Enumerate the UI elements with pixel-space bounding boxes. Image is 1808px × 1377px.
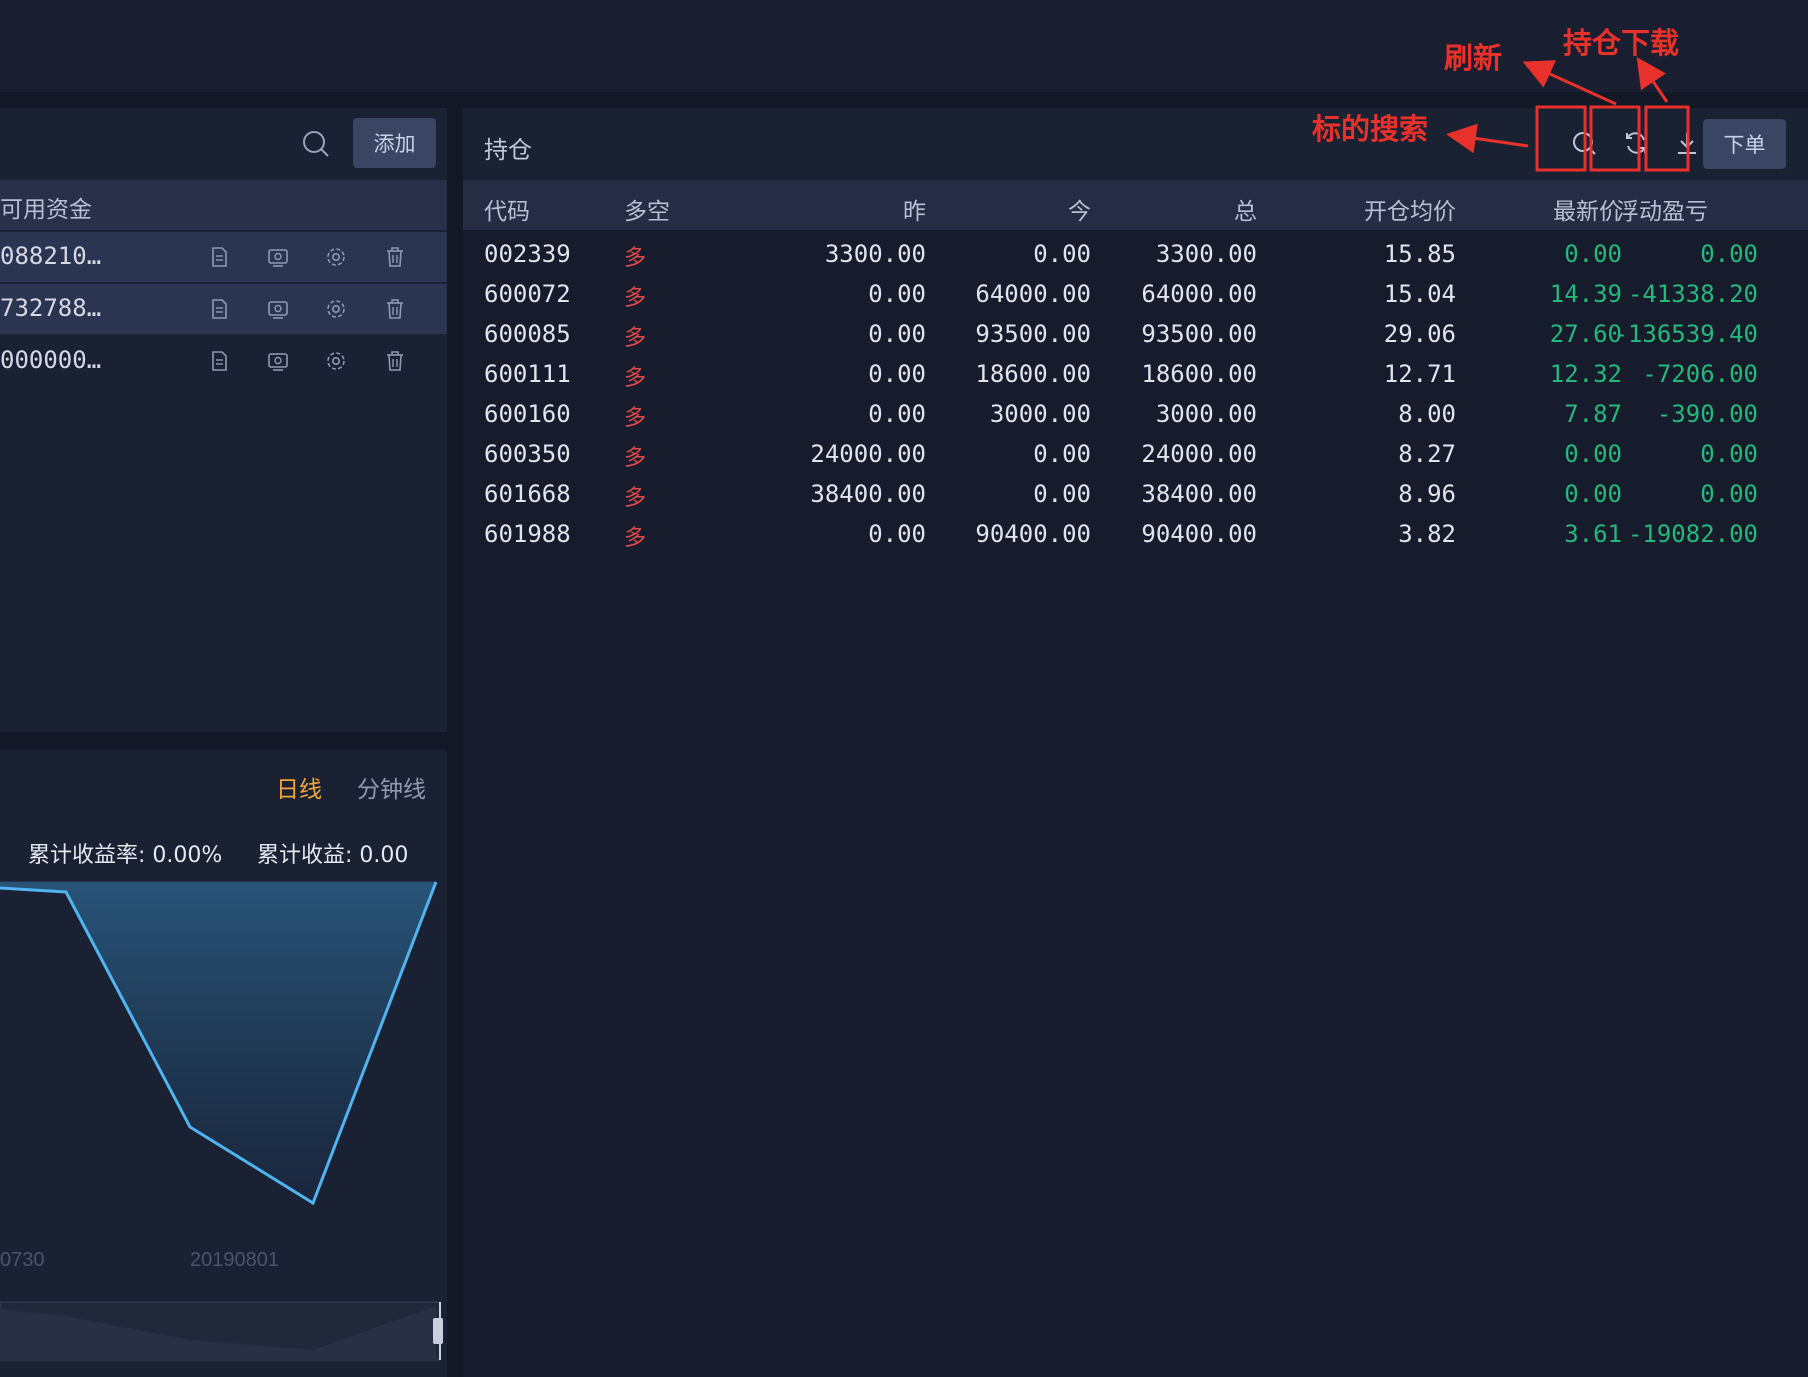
account-id: 088210… — [0, 242, 102, 270]
cell-total: 3000.00 — [1155, 400, 1257, 428]
cell-side: 多 — [624, 526, 647, 551]
wallet-icon[interactable] — [266, 297, 290, 321]
column-header[interactable]: 昨 — [826, 192, 926, 226]
gear-icon[interactable] — [324, 297, 348, 321]
search-icon — [1573, 132, 1596, 155]
cell-total: 90400.00 — [1141, 520, 1257, 548]
cell-pnl: -19082.00 — [1627, 520, 1758, 548]
x-tick-label: 20190801 — [190, 1249, 279, 1271]
zoom-slider-handle — [433, 1318, 443, 1344]
tab-minute[interactable]: 分钟线 — [357, 770, 426, 804]
wallet-icon[interactable] — [266, 245, 290, 269]
positions-header: 持仓 下单 — [463, 108, 1808, 180]
document-icon[interactable] — [207, 297, 231, 321]
column-available-funds: 可用资金 — [0, 197, 92, 223]
table-row[interactable]: 600111 多 0.00 18600.00 18600.00 12.71 12.32 -72… — [463, 356, 1808, 396]
cell-side: 多 — [624, 406, 647, 431]
annotation-refresh: 刷新 — [1444, 41, 1503, 75]
cell-pnl: -41338.20 — [1627, 280, 1758, 308]
table-row[interactable]: 600085 多 0.00 93500.00 93500.00 29.06 27.60 -13… — [463, 316, 1808, 356]
positions-column-header: 代码 多空 昨 今 总 开仓均价 最新价 浮动盈亏 — [463, 180, 1808, 230]
account-row[interactable]: 732788… — [0, 284, 447, 334]
table-row[interactable]: 002339 多 3300.00 0.00 3300.00 15.85 0.00 0.00 — [463, 236, 1808, 276]
account-id: 000000… — [0, 346, 102, 374]
returns-area — [0, 882, 436, 1203]
cell-code: 002339 — [484, 240, 571, 268]
table-row[interactable]: 600350 多 24000.00 0.00 24000.00 8.27 0.00 0.00 — [463, 436, 1808, 476]
cell-side: 多 — [624, 326, 647, 351]
column-header[interactable]: 开仓均价 — [1306, 192, 1456, 226]
column-header[interactable]: 总 — [1107, 192, 1257, 226]
cell-side: 多 — [624, 446, 647, 471]
cell-code: 601668 — [484, 480, 571, 508]
gear-icon[interactable] — [324, 349, 348, 373]
cell-total: 3300.00 — [1155, 240, 1257, 268]
cell-total: 64000.00 — [1141, 280, 1257, 308]
cumulative-return: 累计收益: 0.00 — [257, 843, 409, 868]
cell-code: 600072 — [484, 280, 571, 308]
table-row[interactable]: 601668 多 38400.00 0.00 38400.00 8.96 0.00 0.00 — [463, 476, 1808, 516]
page-title: 持仓 — [484, 136, 532, 164]
search-icon[interactable] — [300, 128, 332, 160]
account-id: 732788… — [0, 294, 102, 322]
symbol-search-button[interactable] — [1563, 122, 1605, 164]
cell-pnl: -7206.00 — [1642, 360, 1758, 388]
column-header[interactable]: 多空 — [624, 192, 670, 226]
cell-total: 24000.00 — [1141, 440, 1257, 468]
annotation-download: 持仓下载 — [1563, 26, 1680, 60]
cell-code: 600111 — [484, 360, 571, 388]
tab-daily[interactable]: 日线 — [276, 770, 322, 804]
wallet-icon[interactable] — [266, 349, 290, 373]
trash-icon[interactable] — [383, 245, 407, 269]
cell-total: 38400.00 — [1141, 480, 1257, 508]
table-row[interactable]: 601988 多 0.00 90400.00 90400.00 3.82 3.61 -1908… — [463, 516, 1808, 556]
positions-panel: 持仓 下单 代码 多空 昨 今 总 开仓均价 最新价 浮动盈亏 002339 多… — [463, 108, 1808, 1377]
cell-pnl: -136539.40 — [1613, 320, 1759, 348]
document-icon[interactable] — [207, 349, 231, 373]
download-positions-button[interactable] — [1666, 122, 1708, 164]
annotation-search: 标的搜索 — [1312, 112, 1429, 146]
cell-pnl: 0.00 — [1700, 480, 1758, 508]
add-button[interactable]: 添加 — [353, 118, 436, 168]
account-row[interactable]: 000000… — [0, 336, 447, 386]
refresh-icon — [1626, 132, 1646, 154]
column-header[interactable]: 今 — [941, 192, 1091, 226]
cell-pnl: -390.00 — [1656, 400, 1758, 428]
table-row[interactable]: 600160 多 0.00 3000.00 3000.00 8.00 7.87 -390.00 — [463, 396, 1808, 436]
cell-code: 600350 — [484, 440, 571, 468]
cell-code: 601988 — [484, 520, 571, 548]
cumulative-return-rate: 累计收益率: 0.00% — [28, 843, 223, 868]
download-icon — [1678, 133, 1696, 154]
cell-pnl: 0.00 — [1700, 440, 1758, 468]
x-tick-label: 0730 — [0, 1249, 45, 1271]
cell-total: 93500.00 — [1141, 320, 1257, 348]
accounts-panel: 添加 可用资金 088210… 732788… 000000… — [0, 108, 447, 732]
returns-panel: 0730 20190801 日线 分钟线 累计收益率: 0.00% 累计收益: … — [0, 750, 447, 1377]
cell-code: 600085 — [484, 320, 571, 348]
table-row[interactable]: 600072 多 0.00 64000.00 64000.00 15.04 14.39 -41… — [463, 276, 1808, 316]
cell-side: 多 — [624, 486, 647, 511]
top-bar — [0, 0, 1808, 92]
trash-icon[interactable] — [383, 349, 407, 373]
refresh-button[interactable] — [1615, 122, 1657, 164]
account-row[interactable]: 088210… — [0, 232, 447, 282]
accounts-column-header: 可用资金 — [0, 180, 447, 230]
cell-side: 多 — [624, 246, 647, 271]
document-icon[interactable] — [207, 245, 231, 269]
gear-icon[interactable] — [324, 245, 348, 269]
accounts-header: 添加 — [0, 108, 447, 180]
cell-total: 18600.00 — [1141, 360, 1257, 388]
cell-side: 多 — [624, 366, 647, 391]
cell-pnl: 0.00 — [1700, 240, 1758, 268]
cell-code: 600160 — [484, 400, 571, 428]
column-header[interactable]: 代码 — [484, 192, 530, 226]
trash-icon[interactable] — [383, 297, 407, 321]
column-header[interactable]: 浮动盈亏 — [1558, 192, 1708, 226]
place-order-button[interactable]: 下单 — [1703, 119, 1786, 169]
cell-side: 多 — [624, 286, 647, 311]
